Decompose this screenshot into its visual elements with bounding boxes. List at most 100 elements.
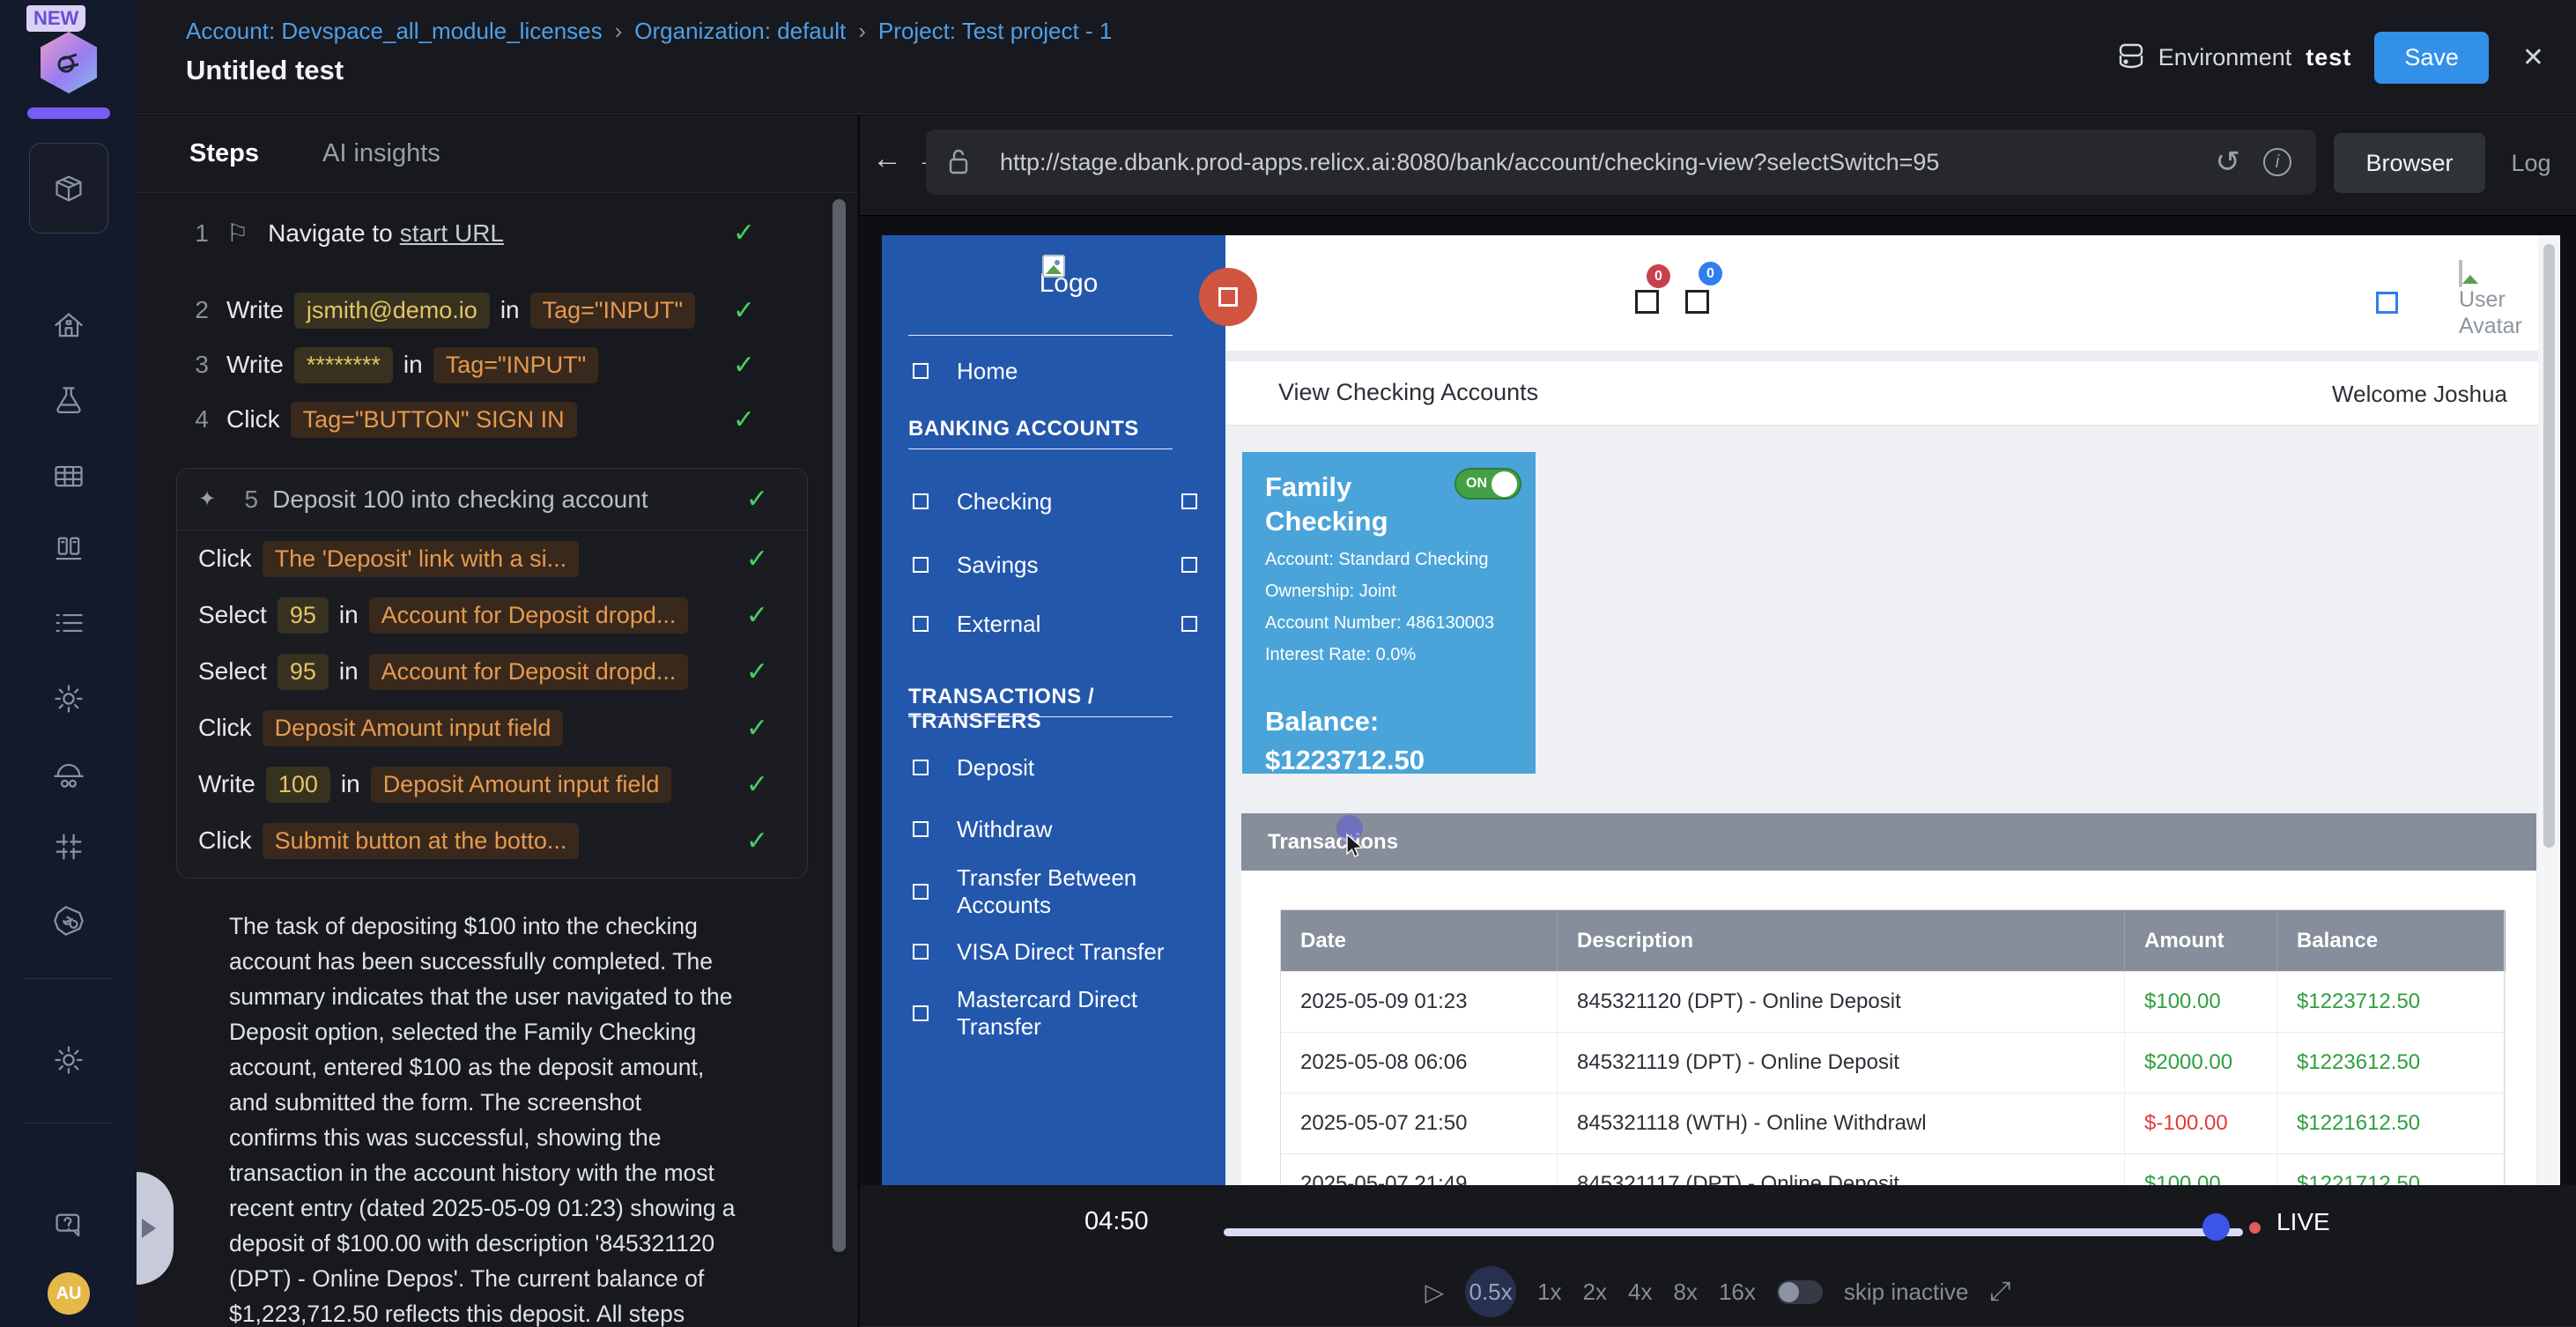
url-text[interactable]: http://stage.dbank.prod-apps.relicx.ai:8…: [1000, 149, 2216, 176]
substep-row[interactable]: ClickThe 'Deposit' link with a si...✓: [177, 530, 807, 587]
breadcrumb-item[interactable]: Account: Devspace_all_module_licenses: [186, 18, 603, 45]
speed-2x[interactable]: 2x: [1583, 1279, 1607, 1306]
rail-item-slack[interactable]: [0, 816, 137, 878]
sidebar-item-label: Withdraw: [957, 816, 1052, 843]
sidebar-item-deposit[interactable]: Deposit: [882, 747, 1225, 788]
tab-browser[interactable]: Browser: [2334, 133, 2485, 193]
status-check-icon: ✓: [746, 826, 768, 856]
close-icon[interactable]: ✕: [2512, 42, 2555, 73]
sidebar-item-home[interactable]: Home: [882, 352, 1225, 390]
rail-item-settings-gear[interactable]: [0, 668, 137, 730]
rail-item-compare-panels[interactable]: [0, 518, 137, 580]
play-icon[interactable]: ▷: [1425, 1278, 1445, 1307]
target-badge[interactable]: Tag="INPUT": [530, 293, 695, 329]
browser-panel: ← → http://stage.dbank.prod-apps.relicx.…: [860, 115, 2576, 1327]
target-badge[interactable]: The 'Deposit' link with a si...: [263, 541, 579, 577]
substep-row[interactable]: Write100inDeposit Amount input field✓: [177, 756, 807, 812]
account-title: Family Checking: [1265, 470, 1441, 538]
substep-row[interactable]: ClickSubmit button at the botto...✓: [177, 812, 807, 869]
speed-4x[interactable]: 4x: [1628, 1279, 1652, 1306]
notification-icon[interactable]: [1635, 290, 1659, 314]
rail-item-help[interactable]: [0, 1195, 137, 1257]
speed-8x[interactable]: 8x: [1673, 1279, 1697, 1306]
modules-icon: [52, 172, 85, 205]
sidebar-item-checking[interactable]: Checking: [882, 481, 1225, 522]
environment-selector[interactable]: Environment test: [2118, 42, 2352, 72]
target-badge[interactable]: Tag="INPUT": [433, 347, 598, 383]
speed-1x[interactable]: 1x: [1537, 1279, 1561, 1306]
step-row[interactable]: 3Write********inTag="INPUT"✓: [137, 337, 833, 392]
rail-item-integration-link[interactable]: [0, 890, 137, 952]
rail-item-settings-bottom[interactable]: [0, 1029, 137, 1091]
bank-logo[interactable]: Logo: [882, 255, 1225, 299]
settings-square-icon[interactable]: [2376, 292, 2398, 314]
sidebar-item-external[interactable]: External: [882, 604, 1225, 644]
table-row: 2025-05-09 01:23845321120 (DPT) - Online…: [1281, 972, 2504, 1033]
rail-item-lab-flask[interactable]: [0, 370, 137, 432]
step-start-url-link[interactable]: start URL: [400, 219, 504, 248]
step-action: Click: [226, 405, 280, 434]
status-check-icon: ✓: [733, 350, 755, 381]
tab-steps[interactable]: Steps: [189, 139, 259, 168]
user-avatar-broken[interactable]: User Avatar: [2459, 260, 2540, 345]
step-row[interactable]: 4ClickTag="BUTTON" SIGN IN✓: [137, 392, 833, 447]
url-bar[interactable]: http://stage.dbank.prod-apps.relicx.ai:8…: [926, 130, 2316, 195]
sidebar-toggle-button[interactable]: [1199, 268, 1257, 326]
step-row[interactable]: 2Writejsmith@demo.ioinTag="INPUT"✓: [137, 283, 833, 337]
bullet-square-icon: [913, 616, 929, 632]
substep-row[interactable]: Select95inAccount for Deposit dropd...✓: [177, 587, 807, 643]
target-badge[interactable]: Deposit Amount input field: [371, 767, 672, 803]
steps-tabs: Steps AI insights: [137, 115, 858, 193]
timeline-handle[interactable]: [2202, 1213, 2230, 1241]
status-check-icon: ✓: [746, 544, 768, 575]
rail-item-table-grid[interactable]: [0, 445, 137, 507]
target-badge[interactable]: Deposit Amount input field: [263, 710, 564, 746]
target-badge[interactable]: Account for Deposit dropd...: [369, 597, 689, 634]
breadcrumb-item[interactable]: Organization: default: [634, 18, 846, 45]
info-icon[interactable]: i: [2263, 148, 2291, 176]
substep-row[interactable]: Select95inAccount for Deposit dropd...✓: [177, 643, 807, 700]
tab-ai-insights[interactable]: AI insights: [322, 139, 440, 168]
messages-icon[interactable]: [1685, 290, 1709, 314]
sidebar-item-savings[interactable]: Savings: [882, 545, 1225, 585]
ai-step-group-header[interactable]: ✦5Deposit 100 into checking account✓: [177, 469, 807, 530]
value-badge[interactable]: 95: [278, 597, 329, 634]
target-badge[interactable]: Submit button at the botto...: [263, 823, 580, 859]
tab-log[interactable]: Log: [2500, 133, 2562, 193]
rail-item-list[interactable]: [0, 592, 137, 654]
breadcrumb-item[interactable]: Project: Test project - 1: [878, 18, 1112, 45]
target-badge[interactable]: Tag="BUTTON" SIGN IN: [291, 402, 577, 438]
speed-16x[interactable]: 16x: [1719, 1279, 1756, 1306]
sidebar-item-transfer-between-accounts[interactable]: Transfer Between Accounts: [882, 871, 1225, 912]
sidebar-item-withdraw[interactable]: Withdraw: [882, 809, 1225, 849]
transactions-panel: DateDescriptionAmountBalance 2025-05-09 …: [1241, 871, 2536, 1186]
user-avatar[interactable]: AU: [48, 1272, 90, 1315]
speed-0.5x[interactable]: 0.5x: [1465, 1266, 1516, 1317]
substep-row[interactable]: ClickDeposit Amount input field✓: [177, 700, 807, 756]
step-row[interactable]: 1⚐Navigate tostart URL✓: [137, 194, 833, 283]
fullscreen-icon[interactable]: ⤢: [1989, 1277, 2010, 1307]
value-badge[interactable]: 95: [278, 654, 329, 690]
account-toggle[interactable]: ON: [1455, 468, 1521, 500]
refresh-icon[interactable]: ↺: [2216, 145, 2241, 180]
sidebar-item-visa-direct-transfer[interactable]: VISA Direct Transfer: [882, 931, 1225, 972]
value-badge[interactable]: 100: [266, 767, 330, 803]
bank-title-strip: View Checking Accounts Welcome Joshua: [1225, 361, 2560, 426]
rail-item-incognito[interactable]: [0, 742, 137, 804]
sidebar-item-mastercard-direct-transfer[interactable]: Mastercard Direct Transfer: [882, 993, 1225, 1034]
value-badge[interactable]: jsmith@demo.io: [294, 293, 490, 329]
target-badge[interactable]: Account for Deposit dropd...: [369, 654, 689, 690]
timeline-slider[interactable]: [1224, 1228, 2243, 1236]
skip-inactive-toggle[interactable]: [1777, 1280, 1823, 1304]
save-button[interactable]: Save: [2374, 32, 2489, 84]
brand-logo-icon[interactable]: [41, 32, 97, 93]
back-icon[interactable]: ←: [872, 142, 902, 176]
expand-square-icon: [1181, 616, 1197, 632]
scrollbar-thumb[interactable]: [2543, 244, 2555, 848]
transactions-header-bar[interactable]: Transactions: [1241, 813, 2536, 871]
rail-item-home[interactable]: [0, 295, 137, 357]
value-badge[interactable]: ********: [294, 347, 393, 383]
rail-item-modules[interactable]: [29, 143, 108, 234]
page-scrollbar[interactable]: [2538, 235, 2560, 1186]
steps-scrollbar[interactable]: [833, 199, 846, 1252]
